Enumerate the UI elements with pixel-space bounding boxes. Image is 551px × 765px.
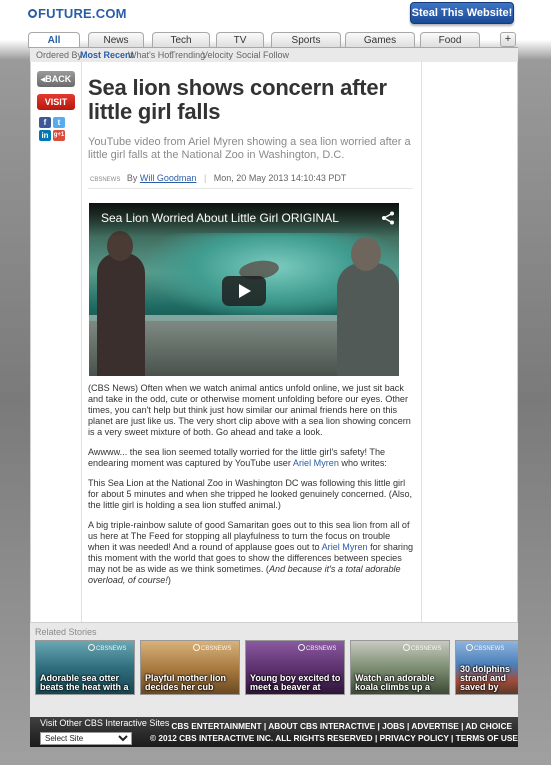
order-whats-hot[interactable]: What's Hot: [128, 50, 172, 60]
logo-circle-icon: [28, 9, 37, 18]
tab-all[interactable]: All: [28, 32, 80, 48]
order-social-follow[interactable]: Social Follow: [236, 50, 289, 60]
facebook-share-icon[interactable]: f: [39, 117, 51, 128]
thumb-source-logo: CBSNEWS: [403, 644, 441, 652]
twitter-share-icon[interactable]: t: [53, 117, 65, 128]
cbs-news-logo: CBSNEWS: [90, 177, 121, 183]
byline-divider: [88, 188, 413, 189]
article-date: Mon, 20 May 2013 14:10:43 PDT: [213, 173, 347, 183]
youtube-video-player[interactable]: Sea Lion Worried About Little Girl ORIGI…: [89, 203, 399, 376]
select-site-dropdown[interactable]: Select Site: [40, 732, 132, 745]
order-most-recent[interactable]: Most Recent: [80, 50, 134, 60]
tab-sports[interactable]: Sports: [271, 32, 341, 48]
logo-text: FUTURE.COM: [38, 6, 127, 21]
by-label: By: [126, 173, 138, 183]
visit-button[interactable]: VISIT: [37, 94, 75, 110]
article: Sea lion shows concern after little girl…: [88, 76, 413, 124]
ariel-myren-link-2[interactable]: Ariel Myren: [322, 542, 368, 552]
play-button-icon[interactable]: [222, 276, 266, 306]
related-stories-title: Related Stories: [35, 627, 97, 637]
related-story-2[interactable]: CBSNEWS Playful mother lion decides her …: [140, 640, 240, 695]
left-rail: ◂BACK VISIT f t in g+1: [30, 62, 82, 622]
linkedin-share-icon[interactable]: in: [39, 130, 51, 141]
tab-news[interactable]: News: [88, 32, 144, 48]
footer-copyright[interactable]: © 2012 CBS INTERACTIVE INC. ALL RIGHTS R…: [150, 733, 518, 743]
thumb-source-logo: CBSNEWS: [466, 644, 504, 652]
related-story-3[interactable]: CBSNEWS Young boy excited to meet a beav…: [245, 640, 345, 695]
article-paragraph-1: (CBS News) Often when we watch animal an…: [88, 383, 411, 437]
site-footer: Visit Other CBS Interactive Sites Select…: [30, 717, 518, 747]
add-tab-button[interactable]: +: [500, 32, 516, 47]
footer-links[interactable]: CBS ENTERTAINMENT | ABOUT CBS INTERACTIV…: [150, 721, 512, 731]
future-logo[interactable]: FUTURE.COM: [28, 6, 127, 21]
back-label: BACK: [45, 74, 72, 84]
order-bar: Ordered By Most Recent What's Hot Trendi…: [30, 48, 518, 62]
thumb-source-logo: CBSNEWS: [193, 644, 231, 652]
video-share-icon[interactable]: [381, 211, 395, 225]
video-title[interactable]: Sea Lion Worried About Little Girl ORIGI…: [101, 211, 371, 225]
back-button[interactable]: ◂BACK: [37, 71, 75, 87]
related-story-4[interactable]: CBSNEWS Watch an adorable koala climbs u…: [350, 640, 450, 695]
tab-tech[interactable]: Tech: [152, 32, 210, 48]
order-velocity[interactable]: Velocity: [202, 50, 233, 60]
video-scene-person-right: [337, 237, 399, 376]
ariel-myren-link[interactable]: Ariel Myren: [293, 458, 339, 468]
article-subhead: YouTube video from Ariel Myren showing a…: [88, 136, 411, 161]
top-header: FUTURE.COM Steal This Website!: [0, 0, 551, 30]
thumb-source-logo: CBSNEWS: [298, 644, 336, 652]
right-rail: [421, 62, 518, 622]
related-story-1[interactable]: CBSNEWS Adorable sea otter beats the hea…: [35, 640, 135, 695]
article-paragraph-2: Awwww... the sea lion seemed totally wor…: [88, 447, 387, 468]
related-story-caption: Adorable sea otter beats the heat with a: [40, 673, 129, 692]
order-trending[interactable]: Trending: [170, 50, 205, 60]
tab-food[interactable]: Food: [420, 32, 480, 48]
related-story-caption: Young boy excited to meet a beaver at: [250, 673, 341, 692]
article-paragraph-4: A big triple-rainbow salute of good Sama…: [88, 520, 414, 585]
video-scene-person-left: [97, 231, 145, 376]
byline: CBSNEWS By Will Goodman | Mon, 20 May 20…: [90, 173, 410, 185]
tab-games[interactable]: Games: [345, 32, 415, 48]
google-plus-share-icon[interactable]: g+1: [53, 130, 65, 141]
thumb-source-logo: CBSNEWS: [88, 644, 126, 652]
article-body: (CBS News) Often when we watch animal an…: [88, 383, 414, 595]
related-story-caption: Playful mother lion decides her cub: [145, 673, 227, 692]
author-link[interactable]: Will Goodman: [140, 173, 197, 183]
related-story-caption: 30 dolphins strand and saved by: [460, 664, 511, 692]
order-label: Ordered By: [36, 50, 83, 60]
steal-website-button[interactable]: Steal This Website!: [410, 2, 514, 24]
related-story-5[interactable]: CBSNEWS 30 dolphins strand and saved by: [455, 640, 518, 695]
related-story-caption: Watch an adorable koala climbs up a: [355, 673, 435, 692]
byline-separator: |: [203, 173, 207, 183]
article-paragraph-3: This Sea Lion at the National Zoo in Was…: [88, 478, 413, 510]
article-headline: Sea lion shows concern after little girl…: [88, 75, 387, 124]
tab-tv[interactable]: TV: [216, 32, 264, 48]
